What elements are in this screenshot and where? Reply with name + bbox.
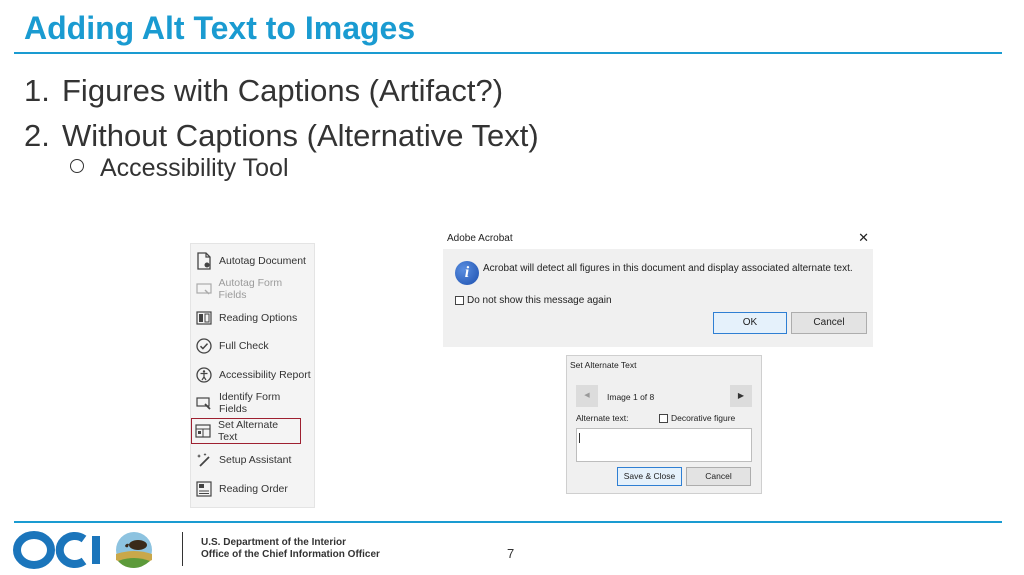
checkbox-label: Do not show this message again: [467, 295, 612, 306]
next-image-button[interactable]: ▶: [730, 385, 752, 407]
sub-list-item: Accessibility Tool: [70, 154, 289, 183]
image-counter: Image 1 of 8: [607, 392, 655, 402]
acrobat-dialog: Adobe Acrobat ✕ i Acrobat will detect al…: [443, 227, 873, 347]
ocio-logo: [12, 530, 164, 570]
tool-setup-assistant[interactable]: Setup Assistant: [193, 447, 311, 473]
sub-list-text: Accessibility Tool: [100, 154, 289, 182]
decorative-figure-label: Decorative figure: [671, 413, 736, 423]
tool-reading-options[interactable]: Reading Options: [193, 305, 311, 331]
tag-document-icon: [193, 250, 215, 272]
list-item-2: 2. Without Captions (Alternative Text): [24, 118, 539, 154]
cancel-button[interactable]: Cancel: [791, 312, 867, 334]
dialog-title: Set Alternate Text: [570, 360, 637, 370]
reading-order-icon: [193, 478, 215, 500]
list-item-1: 1. Figures with Captions (Artifact?): [24, 73, 503, 109]
tool-label: Identify Form Fields: [218, 391, 281, 415]
info-icon: i: [455, 261, 479, 285]
accessibility-tool-panel: Autotag Document Autotag Form Fields Rea…: [190, 243, 315, 508]
tool-label: Reading Options: [219, 312, 298, 324]
decorative-figure-checkbox[interactable]: [659, 413, 668, 423]
dialog-body: i Acrobat will detect all figures in thi…: [443, 249, 873, 347]
tool-set-alternate-text[interactable]: Set Alternate Text: [191, 418, 301, 444]
tool-label: Reading Order: [219, 483, 288, 495]
cancel-button[interactable]: Cancel: [686, 467, 751, 486]
form-fields-icon: [193, 278, 215, 300]
dialog-title: Adobe Acrobat: [447, 233, 513, 244]
tool-full-check[interactable]: Full Check: [193, 333, 311, 359]
alt-text-icon: [192, 420, 214, 442]
tool-autotag-document[interactable]: Autotag Document: [193, 248, 311, 274]
title-rule: [14, 52, 1002, 54]
footer-divider: [182, 532, 183, 566]
checkmark-circle-icon: [193, 335, 215, 357]
tool-label: Autotag Document: [219, 255, 306, 267]
tool-label: Setup Assistant: [219, 454, 292, 466]
tool-accessibility-report[interactable]: Accessibility Report: [193, 362, 311, 388]
dont-show-checkbox-row[interactable]: Do not show this message again: [455, 295, 612, 306]
tool-reading-order[interactable]: Reading Order: [193, 476, 311, 502]
tool-label: Accessibility Report: [219, 369, 311, 381]
slide-title: Adding Alt Text to Images: [24, 10, 416, 46]
tool-label: Full Check: [219, 340, 269, 352]
list-number: 2.: [24, 118, 50, 153]
page-number: 7: [507, 546, 515, 561]
cropped-page-text: [443, 345, 873, 349]
previous-image-button[interactable]: ◀: [576, 385, 598, 407]
dont-show-checkbox[interactable]: [455, 296, 464, 305]
tool-identify-form-fields[interactable]: Identify Form Fields: [193, 390, 311, 416]
decorative-figure-row[interactable]: Decorative figure: [659, 413, 735, 423]
hollow-bullet-icon: [70, 159, 84, 174]
close-icon[interactable]: ✕: [858, 230, 869, 246]
list-text: Without Captions (Alternative Text): [62, 118, 539, 153]
reading-options-icon: [193, 307, 215, 329]
footer-rule: [14, 521, 1002, 523]
magic-wand-icon: [193, 449, 215, 471]
footer-office: Office of the Chief Information Officer: [201, 549, 380, 560]
alt-text-label: Alternate text:: [576, 413, 629, 423]
dialog-message: Acrobat will detect all figures in this …: [483, 263, 853, 274]
tool-label: Set Alternate Text: [217, 419, 279, 443]
text-caret: [579, 433, 580, 443]
save-close-button[interactable]: Save & Close: [617, 467, 682, 486]
tool-label: Autotag Form Fields: [218, 277, 283, 301]
identify-fields-icon: [193, 392, 215, 414]
accessibility-person-icon: [193, 364, 215, 386]
list-text: Figures with Captions (Artifact?): [62, 73, 504, 108]
tool-autotag-form-fields[interactable]: Autotag Form Fields: [193, 276, 311, 302]
alt-text-input[interactable]: [576, 428, 752, 462]
set-alternate-text-dialog: Set Alternate Text ◀ Image 1 of 8 ▶ Alte…: [566, 355, 762, 494]
ok-button[interactable]: OK: [713, 312, 787, 334]
footer-department: U.S. Department of the Interior: [201, 537, 347, 548]
list-number: 1.: [24, 73, 50, 108]
